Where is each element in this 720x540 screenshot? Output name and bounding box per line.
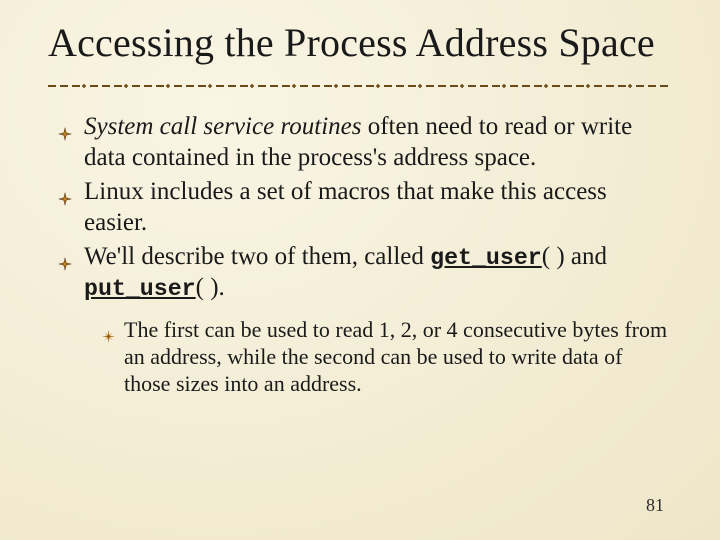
bullet-text: Linux includes a set of macros that make… [84, 178, 607, 236]
title-divider [48, 82, 672, 90]
sub-bullet-text: The first can be used to read 1, 2, or 4… [124, 317, 667, 396]
list-item: System call service routines often need … [58, 112, 672, 173]
compass-star-icon [58, 184, 72, 198]
slide: Accessing the Process Address Space Syst… [0, 0, 720, 540]
text-span: ( ) and [542, 243, 607, 270]
text-span: ( ). [196, 274, 225, 301]
code-span: put_user [84, 276, 196, 302]
text-span: We'll describe two of them, called [84, 243, 430, 270]
bullet-list-level2: The first can be used to read 1, 2, or 4… [84, 317, 672, 397]
bullet-text: System call service routines often need … [84, 113, 632, 171]
code-span: get_user [430, 245, 542, 271]
list-item: We'll describe two of them, called get_u… [58, 242, 672, 397]
list-item: The first can be used to read 1, 2, or 4… [102, 317, 672, 397]
emphasis-span: System call service routines [84, 113, 361, 140]
list-item: Linux includes a set of macros that make… [58, 177, 672, 238]
page-title: Accessing the Process Address Space [48, 22, 672, 64]
compass-star-icon [58, 119, 72, 133]
spark-icon [102, 323, 115, 336]
compass-star-icon [58, 249, 72, 263]
page-number: 81 [646, 495, 664, 516]
text-span: Linux includes a set of macros that make… [84, 178, 607, 236]
bullet-list-level1: System call service routines often need … [48, 112, 672, 397]
bullet-text: We'll describe two of them, called get_u… [84, 243, 607, 301]
